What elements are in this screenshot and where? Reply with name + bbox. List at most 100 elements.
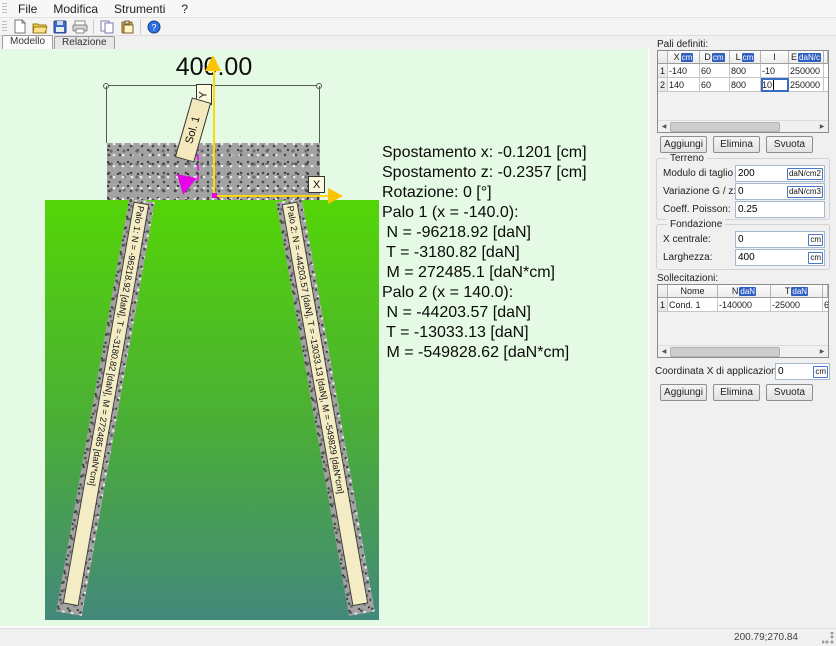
x-centrale-input[interactable]	[736, 234, 807, 245]
sollecitazioni-table-row[interactable]: 1 Cond. 1 -140000 -25000 650	[658, 298, 828, 312]
menu-help[interactable]: ?	[173, 1, 196, 17]
pali-table-hscrollbar[interactable]: ◀ ▶	[658, 120, 828, 132]
sollecitazioni-aggiungi-button[interactable]: Aggiungi	[660, 384, 707, 401]
scroll-right-icon[interactable]: ▶	[816, 346, 828, 358]
result-line: N = -96218.92 [daN]	[382, 223, 587, 243]
scroll-thumb[interactable]	[670, 347, 780, 357]
x-axis-line	[214, 195, 328, 197]
sollecitazioni-label: Sollecitazioni:	[657, 273, 718, 284]
print-button[interactable]	[70, 18, 90, 35]
load-arrow-icon	[173, 174, 197, 197]
unit-badge: daN/cm3	[787, 186, 823, 198]
unit-badge: cm	[808, 252, 823, 264]
open-folder-icon	[32, 20, 48, 34]
fondazione-title: Fondazione	[667, 219, 725, 230]
pali-table-header: Xcm Dcm Lcm I EdaN/c	[658, 51, 828, 64]
larghezza-field[interactable]: cm	[735, 249, 825, 266]
text-caret	[773, 80, 774, 90]
modulo-taglio-label: Modulo di taglio G:	[663, 168, 746, 179]
pali-elimina-button[interactable]: Elimina	[713, 136, 760, 153]
grid-cell-editor[interactable]: 10	[761, 78, 789, 92]
modulo-taglio-field[interactable]: daN/cm2	[735, 165, 825, 182]
pali-aggiungi-button[interactable]: Aggiungi	[660, 136, 707, 153]
status-bar: 200.79;270.84	[0, 628, 836, 646]
print-icon	[72, 20, 88, 34]
fondazione-group: Fondazione X centrale: cm Larghezza: cm	[656, 224, 830, 270]
poisson-input[interactable]	[736, 204, 824, 215]
dimension-extension-right	[319, 86, 320, 143]
coordinata-x-input[interactable]	[776, 366, 812, 377]
y-axis-arrow-icon	[205, 55, 221, 71]
resize-grip-icon[interactable]	[822, 632, 834, 644]
scroll-thumb[interactable]	[670, 122, 780, 132]
origin-marker	[212, 193, 217, 198]
pali-svuota-button[interactable]: Svuota	[766, 136, 813, 153]
toolbar-grip[interactable]	[2, 21, 7, 33]
toolbar: ?	[0, 18, 836, 36]
poisson-field[interactable]	[735, 201, 825, 218]
sollecitazioni-table[interactable]: Nome NdaN TdaN 1 Cond. 1 -140000 -25000 …	[657, 284, 829, 358]
result-line: Spostamento x: -0.1201 [cm]	[382, 143, 587, 163]
tab-strip: Modello Relazione	[0, 36, 652, 49]
menu-modifica[interactable]: Modifica	[45, 1, 106, 17]
terreno-title: Terreno	[667, 153, 707, 164]
scroll-left-icon[interactable]: ◀	[658, 346, 670, 358]
unit-badge: daN/cm2	[787, 168, 823, 180]
unit-badge: cm	[813, 366, 828, 378]
side-panel: Pali definiti: Xcm Dcm Lcm I EdaN/c 1 -1…	[652, 36, 836, 628]
tab-relazione[interactable]: Relazione	[54, 36, 114, 49]
result-line: M = 272485.1 [daN*cm]	[382, 263, 587, 283]
paste-button[interactable]	[117, 18, 137, 35]
x-axis-arrow-icon	[328, 188, 343, 204]
modulo-taglio-input[interactable]	[736, 168, 786, 179]
pali-table-row[interactable]: 1 -140 60 800 -10 250000	[658, 64, 828, 78]
scroll-right-icon[interactable]: ▶	[816, 121, 828, 133]
copy-icon	[100, 20, 114, 34]
copy-button[interactable]	[97, 18, 117, 35]
help-button[interactable]: ?	[144, 18, 164, 35]
coordinata-x-field[interactable]: cm	[775, 363, 830, 380]
tab-modello[interactable]: Modello	[2, 35, 53, 49]
result-line: M = -549828.62 [daN*cm]	[382, 343, 587, 363]
unit-badge: cm	[742, 53, 755, 62]
sollecitazioni-elimina-button[interactable]: Elimina	[713, 384, 760, 401]
result-line: N = -44203.57 [daN]	[382, 303, 587, 323]
pali-table[interactable]: Xcm Dcm Lcm I EdaN/c 1 -140 60 800 -10 2…	[657, 50, 829, 133]
unit-badge: cm	[681, 53, 694, 62]
left-column: Modello Relazione Palo 1: N = -96218.92 …	[0, 36, 652, 628]
new-button[interactable]	[10, 18, 30, 35]
unit-badge: cm	[808, 234, 823, 246]
terreno-group: Terreno Modulo di taglio G: daN/cm2 Vari…	[656, 158, 830, 220]
larghezza-input[interactable]	[736, 252, 807, 263]
open-button[interactable]	[30, 18, 50, 35]
scroll-left-icon[interactable]: ◀	[658, 121, 670, 133]
save-floppy-icon	[53, 20, 67, 34]
menu-grip[interactable]	[2, 3, 7, 15]
result-line: T = -3180.82 [daN]	[382, 243, 587, 263]
svg-text:?: ?	[151, 22, 156, 32]
cursor-coordinates: 200.79;270.84	[734, 632, 798, 643]
result-line: Rotazione: 0 [°]	[382, 183, 587, 203]
pali-table-row[interactable]: 2 140 60 800 10 250000	[658, 78, 828, 92]
variazione-field[interactable]: daN/cm3	[735, 183, 825, 200]
paste-icon	[120, 20, 134, 34]
sollecitazioni-svuota-button[interactable]: Svuota	[766, 384, 813, 401]
y-axis-line	[213, 69, 215, 197]
pali-definiti-label: Pali definiti:	[657, 39, 708, 50]
results-text: Spostamento x: -0.1201 [cm] Spostamento …	[382, 143, 587, 363]
toolbar-separator	[140, 20, 141, 34]
sollecitazioni-hscrollbar[interactable]: ◀ ▶	[658, 345, 828, 357]
help-icon: ?	[147, 20, 161, 34]
variazione-input[interactable]	[736, 186, 786, 197]
coordinata-x-label: Coordinata X di applicazione:	[655, 366, 785, 377]
model-canvas[interactable]: Palo 1: N = -96218.92 [daN], T = -3180.8…	[0, 49, 650, 628]
toolbar-separator	[93, 20, 94, 34]
poisson-label: Coeff. Poisson:	[663, 204, 731, 215]
menu-file[interactable]: File	[10, 1, 45, 17]
menu-strumenti[interactable]: Strumenti	[106, 1, 173, 17]
x-centrale-field[interactable]: cm	[735, 231, 825, 248]
sollecitazioni-table-header: Nome NdaN TdaN	[658, 285, 828, 298]
dimension-extension-left	[106, 86, 107, 143]
app-window: File Modifica Strumenti ? ?	[0, 0, 836, 646]
save-button[interactable]	[50, 18, 70, 35]
